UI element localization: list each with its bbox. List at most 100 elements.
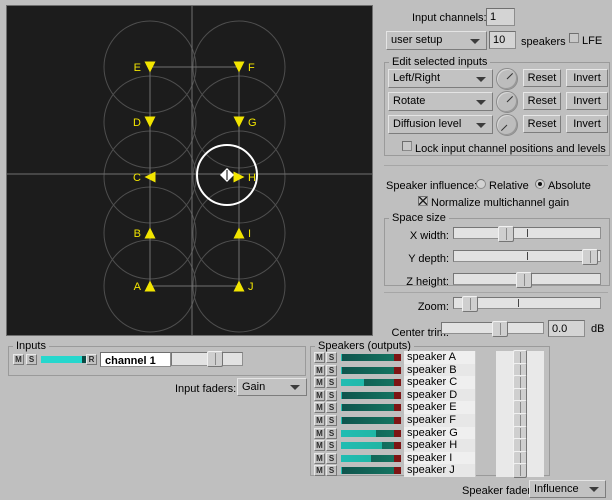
panel-divider-1: [384, 165, 608, 166]
input-channel-name[interactable]: channel 1: [100, 352, 171, 367]
influence-relative-radio[interactable]: [476, 179, 486, 189]
speaker-name-cell[interactable]: speaker C: [404, 376, 476, 389]
speaker-solo-button[interactable]: S: [326, 402, 337, 413]
edit-row-0-invert-button[interactable]: Invert: [566, 69, 608, 87]
speakers-count-value[interactable]: 10: [489, 31, 516, 49]
speaker-marker-B[interactable]: [144, 227, 156, 239]
y-depth-slider[interactable]: [453, 249, 601, 265]
lfe-checkbox[interactable]: [569, 33, 579, 43]
speaker-solo-button[interactable]: S: [326, 390, 337, 401]
lock-positions-checkbox[interactable]: [402, 141, 412, 151]
speaker-solo-button[interactable]: S: [326, 440, 337, 451]
speaker-name-cell[interactable]: speaker J: [404, 464, 476, 477]
speaker-mute-button[interactable]: M: [314, 415, 325, 426]
input-level-fill: [41, 356, 83, 363]
speaker-name-cell[interactable]: speaker H: [404, 439, 476, 452]
speaker-level-peak: [394, 467, 401, 474]
input-channels-value[interactable]: 1: [486, 8, 515, 26]
speaker-name-cell[interactable]: speaker F: [404, 414, 476, 427]
speaker-level-gradient: [341, 404, 394, 411]
speaker-solo-button[interactable]: S: [326, 365, 337, 376]
edit-row-1-invert-button[interactable]: Invert: [566, 92, 608, 110]
slider-handle[interactable]: [462, 296, 478, 312]
center-trim-value[interactable]: 0.0: [548, 320, 585, 337]
edit-row-0-select[interactable]: Left/Right: [388, 69, 493, 88]
speaker-solo-button[interactable]: S: [326, 453, 337, 464]
input-faders-select-value: Gain: [242, 381, 266, 393]
edit-row-2-invert-button[interactable]: Invert: [566, 115, 608, 133]
speaker-level-meter: [341, 442, 401, 449]
slider-handle[interactable]: [582, 249, 598, 265]
speaker-solo-button[interactable]: S: [326, 377, 337, 388]
edit-row-1-select[interactable]: Rotate: [388, 92, 493, 111]
speaker-label-B: B: [134, 228, 141, 240]
x-width-slider[interactable]: [453, 226, 601, 242]
speaker-level-gradient: [341, 430, 394, 437]
input-fader-slider[interactable]: [171, 351, 243, 367]
input-faders-label: Input faders:: [175, 383, 237, 395]
speaker-mute-button[interactable]: M: [314, 352, 325, 363]
zoom-slider[interactable]: [453, 296, 601, 312]
speaker-label-A: A: [134, 281, 142, 293]
speaker-mute-button[interactable]: M: [314, 428, 325, 439]
normalize-gain-checkbox[interactable]: [418, 196, 428, 206]
input-faders-select[interactable]: Gain: [237, 378, 307, 396]
z-height-label: Z height:: [406, 276, 449, 288]
slider-handle[interactable]: [207, 351, 223, 367]
center-trim-slider[interactable]: [441, 321, 544, 337]
speaker-fader-handle-line: [520, 465, 521, 476]
speaker-mute-button[interactable]: M: [314, 402, 325, 413]
speaker-mute-button[interactable]: M: [314, 440, 325, 451]
speaker-marker-D[interactable]: [144, 116, 156, 128]
edit-row-0-select-value: Left/Right: [393, 72, 441, 84]
setup-select-value: user setup: [391, 34, 443, 46]
speaker-name-cell[interactable]: speaker A: [404, 351, 476, 364]
edit-row-2-select[interactable]: Diffusion level: [388, 115, 493, 134]
speaker-marker-I[interactable]: [233, 227, 245, 239]
speaker-fader-handle[interactable]: [513, 463, 527, 478]
input-mute-button[interactable]: M: [13, 354, 24, 365]
z-height-slider[interactable]: [453, 272, 601, 288]
slider-handle[interactable]: [516, 272, 532, 288]
edit-row-2-reset-button[interactable]: Reset: [523, 115, 561, 133]
influence-absolute-radio[interactable]: [535, 179, 545, 189]
spatialization-canvas[interactable]: A B C D E F G H I J: [6, 5, 373, 336]
input-solo-button[interactable]: S: [26, 354, 37, 365]
speaker-solo-button[interactable]: S: [326, 465, 337, 476]
input-channels-label: Input channels:: [412, 12, 487, 24]
slider-handle[interactable]: [498, 226, 514, 242]
slider-handle[interactable]: [492, 321, 508, 337]
chevron-down-icon: [290, 385, 300, 390]
speaker-fader-track[interactable]: [496, 463, 544, 478]
speaker-mute-button[interactable]: M: [314, 365, 325, 376]
edit-row-1-reset-button[interactable]: Reset: [523, 92, 561, 110]
chevron-down-icon: [476, 123, 486, 128]
panel-divider-2: [384, 292, 608, 293]
edit-row-0-reset-button[interactable]: Reset: [523, 69, 561, 87]
speaker-label-E: E: [134, 62, 141, 74]
chevron-down-icon: [476, 100, 486, 105]
speaker-solo-button[interactable]: S: [326, 428, 337, 439]
speaker-fader-handle-line: [520, 352, 521, 363]
speaker-mute-button[interactable]: M: [314, 377, 325, 388]
speaker-solo-button[interactable]: S: [326, 352, 337, 363]
speaker-faders-select[interactable]: Influence: [529, 480, 606, 498]
input-record-button[interactable]: R: [86, 354, 97, 365]
canvas-graphics: A B C D E F G H I J: [7, 6, 372, 335]
speaker-name-cell[interactable]: speaker E: [404, 401, 476, 414]
edit-row-1-knob[interactable]: [496, 91, 518, 113]
speaker-mute-button[interactable]: M: [314, 390, 325, 401]
speaker-mute-button[interactable]: M: [314, 453, 325, 464]
edit-row-2-knob[interactable]: [496, 114, 518, 136]
zoom-label: Zoom:: [417, 301, 449, 313]
speaker-level-gradient: [341, 354, 394, 361]
source-handle[interactable]: [220, 168, 234, 182]
setup-select[interactable]: user setup: [386, 31, 487, 50]
edit-row-0-knob[interactable]: [496, 68, 518, 90]
speaker-marker-G[interactable]: [233, 116, 245, 128]
speaker-solo-button[interactable]: S: [326, 415, 337, 426]
speaker-label-F: F: [248, 62, 255, 74]
speaker-level-meter: [341, 354, 401, 361]
speaker-level-meter: [341, 430, 401, 437]
speaker-mute-button[interactable]: M: [314, 465, 325, 476]
